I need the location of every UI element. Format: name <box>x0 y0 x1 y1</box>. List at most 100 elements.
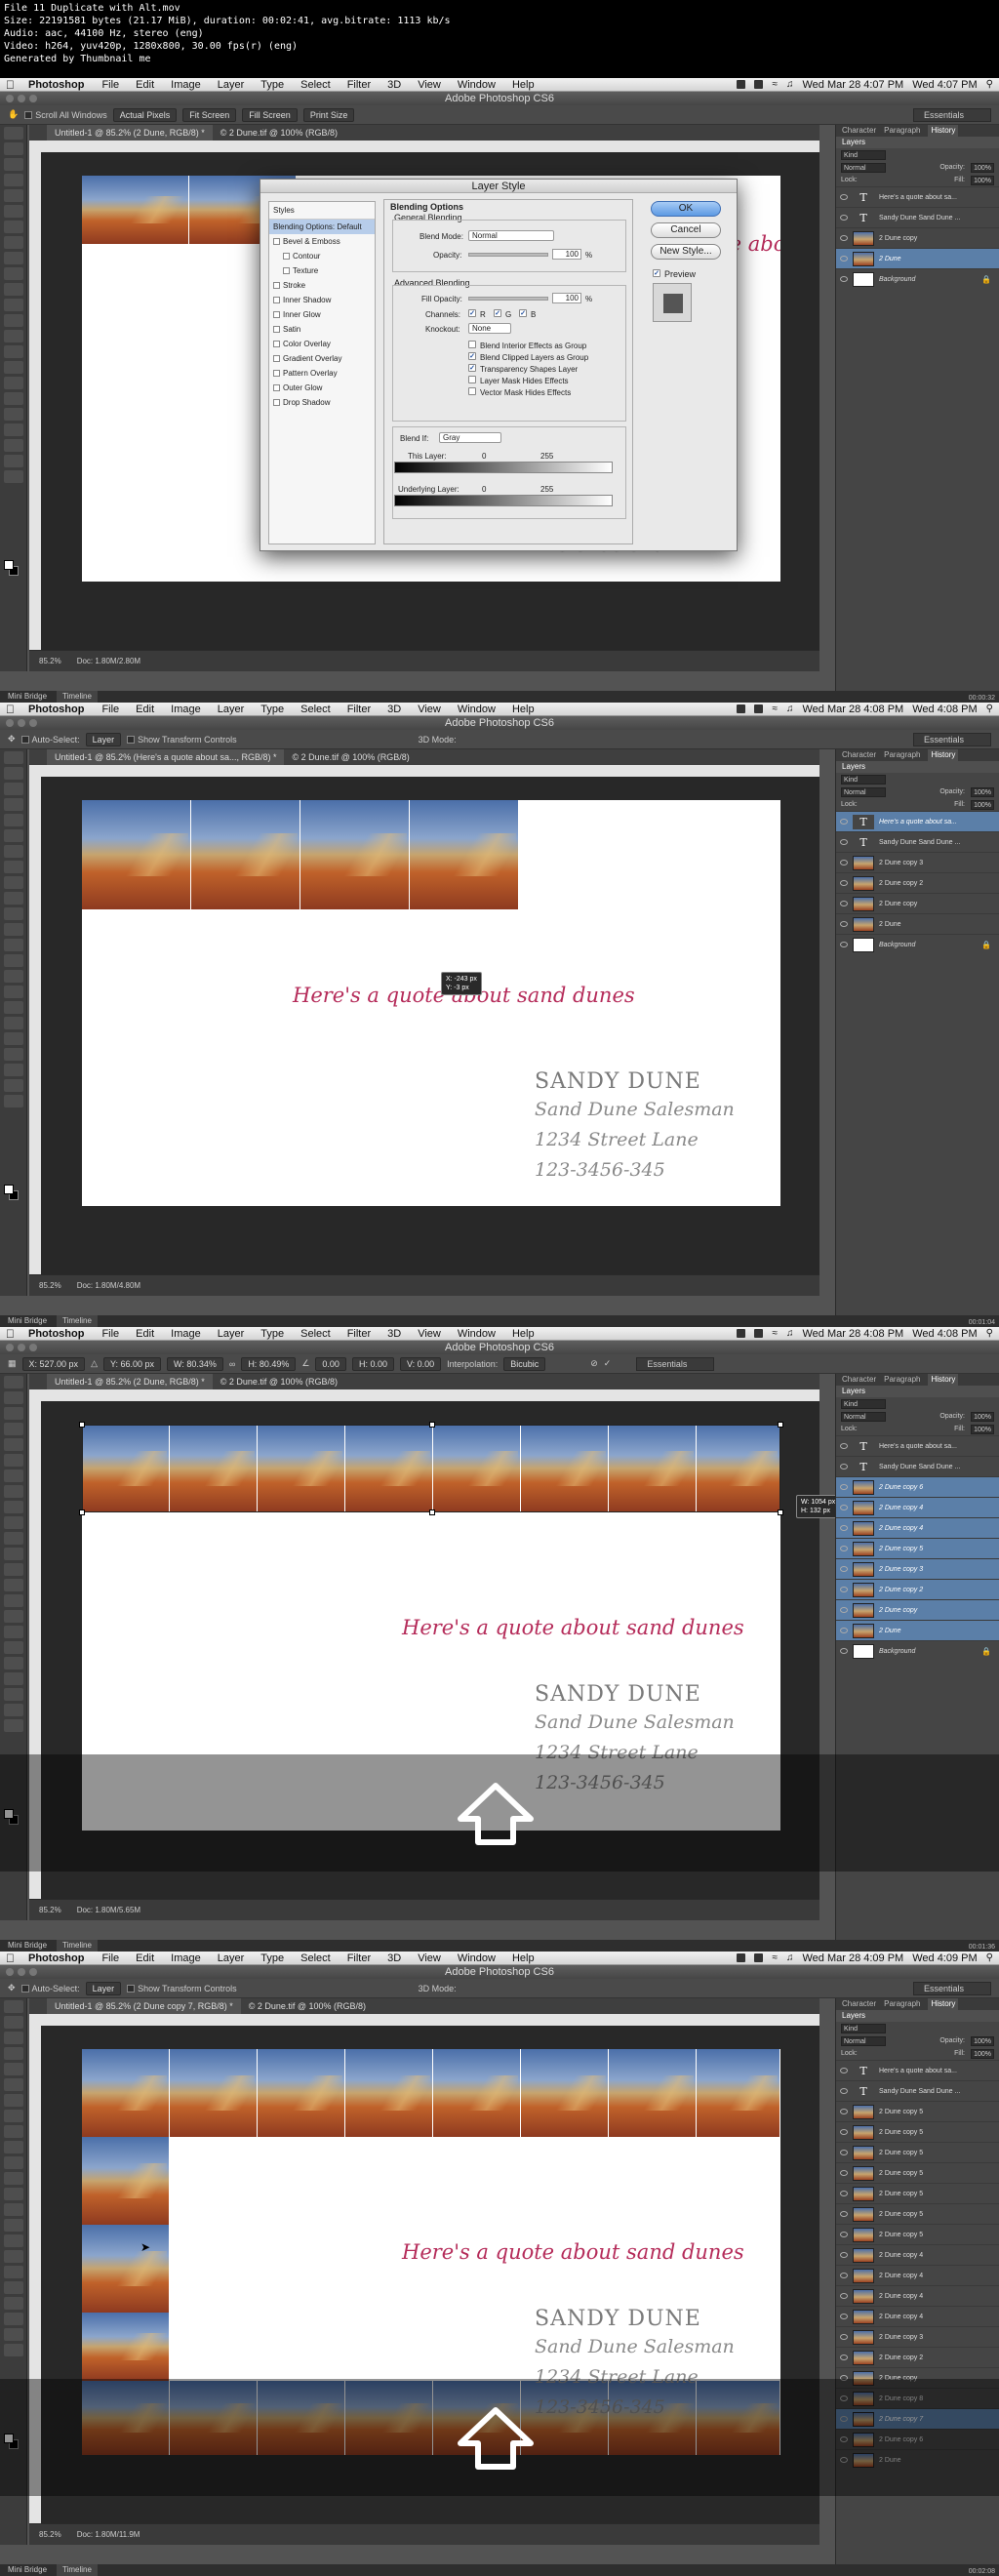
blend-mode-select[interactable]: Normal <box>841 786 886 797</box>
document-tab[interactable]: Untitled-1 @ 85.2% (2 Dune, RGB/8) * <box>47 1374 213 1389</box>
search-icon[interactable]: ⚲ <box>986 704 993 714</box>
link-icon[interactable]: ∞ <box>229 1359 235 1369</box>
eye-icon[interactable] <box>840 1587 848 1592</box>
style-satin[interactable]: Satin <box>269 322 375 337</box>
status-icon[interactable] <box>754 704 764 713</box>
layer-row-selected[interactable]: 2 Dune <box>836 248 999 268</box>
eye-icon[interactable] <box>840 1525 848 1531</box>
menu-layer[interactable]: Layer <box>218 79 245 91</box>
layer-row[interactable]: 2 Dune copy 3 <box>836 2326 999 2347</box>
menu-view[interactable]: View <box>418 79 441 91</box>
tab-layers[interactable]: Layers <box>836 2010 999 2022</box>
menu-help[interactable]: Help <box>512 704 535 715</box>
wifi-icon[interactable]: ≈ <box>772 79 778 90</box>
document-tab-2[interactable]: © 2 Dune.tif @ 100% (RGB/8) <box>249 1998 366 2014</box>
job-title-text[interactable]: Sand Dune Salesman <box>535 1099 735 1120</box>
apple-icon[interactable]:  <box>6 1952 15 1965</box>
checkbox[interactable] <box>127 736 136 745</box>
cancel-transform-icon[interactable]: ⊘ <box>590 1358 598 1369</box>
layer-row[interactable]: 2 Dune copy 4 <box>836 2306 999 2326</box>
auto-select-target[interactable]: Layer <box>85 1981 122 1995</box>
menu-view[interactable]: View <box>418 704 441 715</box>
menu-edit[interactable]: Edit <box>136 704 154 715</box>
close-icon[interactable] <box>6 1968 14 1976</box>
menu-edit[interactable]: Edit <box>136 79 154 91</box>
menu-filter[interactable]: Filter <box>347 1328 371 1340</box>
actual-pixels-button[interactable]: Actual Pixels <box>112 107 178 122</box>
menu-3d[interactable]: 3D <box>387 1952 401 1964</box>
layer-row[interactable]: 2 Dune copy 5 <box>836 2101 999 2121</box>
checkbox[interactable] <box>273 238 280 245</box>
tab-paragraph[interactable]: Paragraph <box>884 125 920 137</box>
address-text[interactable]: 1234 Street Lane <box>535 1129 699 1150</box>
eye-icon[interactable] <box>840 2314 848 2319</box>
eye-icon[interactable] <box>840 901 848 906</box>
minimize-icon[interactable] <box>18 1344 25 1351</box>
app-menu[interactable]: Photoshop <box>28 1952 84 1964</box>
phone-text[interactable]: 123-3456-345 <box>535 1159 665 1181</box>
layer-row-selected[interactable]: 2 Dune copy <box>836 1599 999 1620</box>
menu-filter[interactable]: Filter <box>347 79 371 91</box>
layer-row[interactable]: T Here's a quote about sa... <box>836 1435 999 1456</box>
style-inner-shadow[interactable]: Inner Shadow <box>269 293 375 307</box>
eye-icon[interactable] <box>840 2109 848 2114</box>
menu-3d[interactable]: 3D <box>387 1328 401 1340</box>
volume-icon[interactable]: ♫ <box>786 79 794 90</box>
menu-view[interactable]: View <box>418 1328 441 1340</box>
checkbox[interactable] <box>273 355 280 362</box>
minimize-icon[interactable] <box>18 719 25 727</box>
document-tab-2[interactable]: © 2 Dune.tif @ 100% (RGB/8) <box>220 125 338 141</box>
reference-point-icon[interactable]: ▦ <box>8 1358 17 1369</box>
opacity-input[interactable]: 100% <box>971 1411 994 1422</box>
eye-icon[interactable] <box>840 1648 848 1654</box>
blend-clipped-checkbox[interactable]: ✓ <box>468 352 476 360</box>
layer-row[interactable]: 2 Dune copy 4 <box>836 2285 999 2306</box>
job-title-text[interactable]: Sand Dune Salesman <box>535 1711 735 1733</box>
status-icon[interactable] <box>754 1953 764 1962</box>
menu-select[interactable]: Select <box>300 79 331 91</box>
eye-icon[interactable] <box>840 2252 848 2258</box>
dune-image[interactable] <box>82 2313 170 2381</box>
layer-row[interactable]: 2 Dune copy <box>836 227 999 248</box>
tab-paragraph[interactable]: Paragraph <box>884 1374 920 1386</box>
layer-row[interactable]: 2 Dune copy 5 <box>836 2162 999 2183</box>
dune-image[interactable] <box>697 2049 780 2137</box>
search-icon[interactable]: ⚲ <box>986 1328 993 1339</box>
opacity-input[interactable]: 100% <box>971 786 994 797</box>
opacity-slider[interactable] <box>468 253 548 257</box>
menu-image[interactable]: Image <box>171 704 201 715</box>
vskew-input[interactable]: V: 0.00 <box>399 1356 442 1371</box>
menubar-clock[interactable]: Wed Mar 28 4:08 PM <box>802 1328 903 1340</box>
close-icon[interactable] <box>6 95 14 102</box>
zoom-level[interactable]: 85.2% <box>39 1906 61 1914</box>
x-position-input[interactable]: X: 527.00 px <box>21 1356 86 1371</box>
menu-select[interactable]: Select <box>300 704 331 715</box>
layer-row-selected[interactable]: 2 Dune copy 2 <box>836 1579 999 1599</box>
channel-b-checkbox[interactable]: ✓ <box>519 309 527 317</box>
dune-image[interactable] <box>433 2049 521 2137</box>
style-stroke[interactable]: Stroke <box>269 278 375 293</box>
blend-mode-select[interactable]: Normal <box>841 162 886 173</box>
status-icon[interactable] <box>754 1329 764 1338</box>
eye-icon[interactable] <box>840 1505 848 1510</box>
checkbox[interactable] <box>273 311 280 318</box>
checkbox[interactable] <box>24 111 33 120</box>
menu-window[interactable]: Window <box>458 704 496 715</box>
layer-row[interactable]: T Here's a quote about sa... <box>836 2060 999 2080</box>
eye-icon[interactable] <box>840 2088 848 2094</box>
hand-tool-icon[interactable]: ✋ <box>8 109 19 120</box>
kind-select[interactable]: Kind <box>841 149 886 160</box>
menu-file[interactable]: File <box>101 1328 119 1340</box>
knockout-select[interactable]: None <box>468 323 511 334</box>
height-input[interactable]: H: 80.49% <box>241 1356 297 1371</box>
layer-row[interactable]: Background 🔒 <box>836 1640 999 1661</box>
document-tab-2[interactable]: © 2 Dune.tif @ 100% (RGB/8) <box>292 749 409 765</box>
eye-icon[interactable] <box>840 2273 848 2278</box>
layer-row[interactable]: 2 Dune <box>836 913 999 934</box>
eye-icon[interactable] <box>840 276 848 282</box>
volume-icon[interactable]: ♫ <box>786 1952 794 1963</box>
doc-size[interactable]: Doc: 1.80M/2.80M <box>77 657 140 665</box>
name-text[interactable]: SANDY DUNE <box>535 1069 701 1094</box>
eye-icon[interactable] <box>840 2170 848 2176</box>
style-inner-glow[interactable]: Inner Glow <box>269 307 375 322</box>
